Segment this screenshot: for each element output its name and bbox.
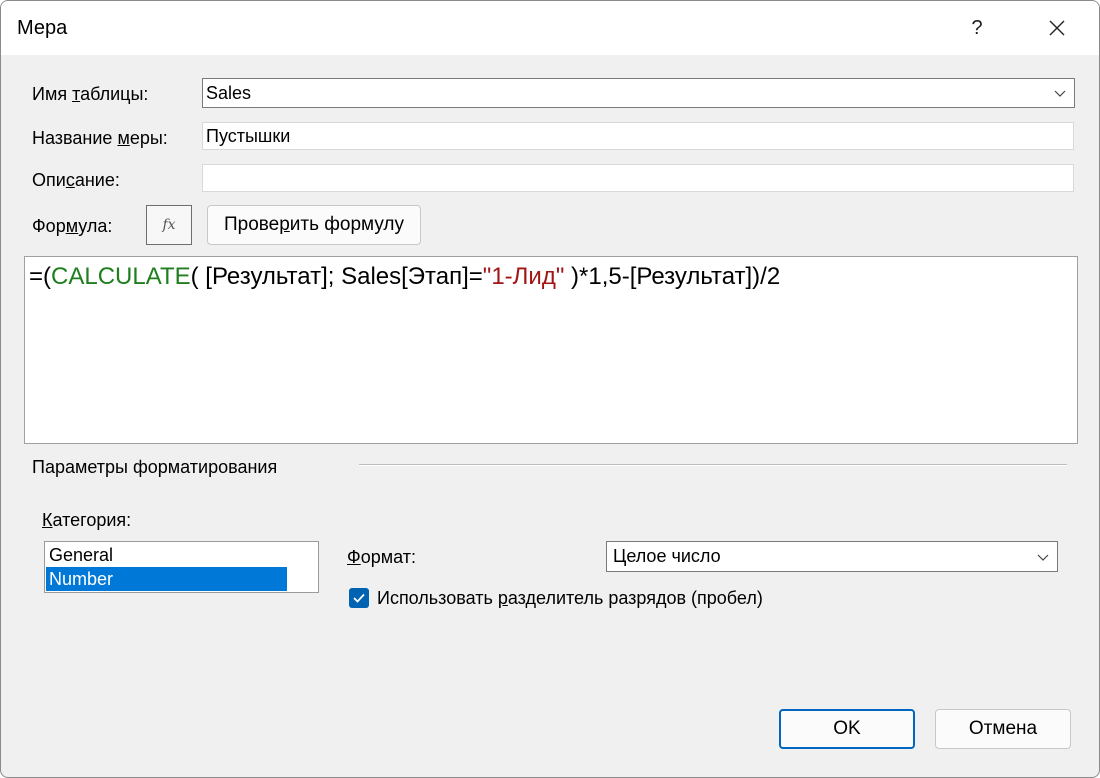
check-formula-button[interactable]: Прове р ить формулу bbox=[207, 205, 421, 245]
measure-name-label: Название меры: bbox=[32, 128, 168, 148]
help-button[interactable]: ? bbox=[947, 1, 1007, 55]
window-title: Мера bbox=[17, 17, 68, 39]
thousands-separator-checkbox[interactable] bbox=[349, 588, 369, 608]
category-listbox[interactable]: General Number bbox=[44, 541, 319, 593]
format-value: Целое число bbox=[613, 546, 721, 566]
formula-editor[interactable]: =(CALCULATE( [Результат]; Sales[Этап]="1… bbox=[24, 256, 1078, 444]
checkmark-icon bbox=[353, 593, 365, 603]
category-item-number[interactable]: Number bbox=[46, 567, 287, 591]
close-icon bbox=[1049, 20, 1065, 36]
formula-token: )*1,5-[Результат])/2 bbox=[564, 263, 781, 290]
table-name-value: Sales bbox=[206, 83, 252, 103]
measure-name-input[interactable]: Пустышки bbox=[202, 122, 1074, 150]
category-item-general[interactable]: General bbox=[46, 543, 287, 567]
fx-icon: fx bbox=[162, 217, 176, 233]
group-divider bbox=[359, 464, 1067, 466]
formula-string: "1-Лид" bbox=[482, 263, 565, 290]
formatting-group-title: Параметры форматирования bbox=[32, 457, 278, 477]
table-name-combobox[interactable]: Sales bbox=[202, 78, 1075, 108]
formula-token: ( [Результат]; Sales[Этап]= bbox=[190, 263, 483, 290]
thousands-separator-label[interactable]: Использовать разделитель разрядов (пробе… bbox=[377, 588, 763, 609]
formula-token: =( bbox=[29, 263, 52, 290]
measure-dialog: Мера ? Имя таблицы: Sales Название меры:… bbox=[0, 0, 1100, 778]
formula-keyword: CALCULATE bbox=[51, 263, 191, 290]
insert-function-button[interactable]: fx bbox=[146, 205, 192, 245]
category-label: Категория: bbox=[42, 510, 132, 530]
ok-button[interactable]: OK bbox=[779, 709, 915, 749]
table-name-label: Имя таблицы: bbox=[32, 84, 149, 104]
formula-label: Формула: bbox=[32, 216, 113, 236]
title-bar: Мера ? bbox=[1, 1, 1099, 55]
description-label: Описание: bbox=[32, 170, 120, 190]
close-button[interactable] bbox=[1027, 1, 1087, 55]
format-label: Формат: bbox=[347, 547, 416, 567]
format-combobox[interactable]: Целое число bbox=[606, 541, 1058, 572]
chevron-down-icon bbox=[1054, 90, 1066, 97]
cancel-button[interactable]: Отмена bbox=[935, 709, 1071, 749]
chevron-down-icon bbox=[1037, 554, 1049, 561]
help-icon: ? bbox=[971, 16, 983, 39]
description-input[interactable] bbox=[202, 164, 1074, 192]
